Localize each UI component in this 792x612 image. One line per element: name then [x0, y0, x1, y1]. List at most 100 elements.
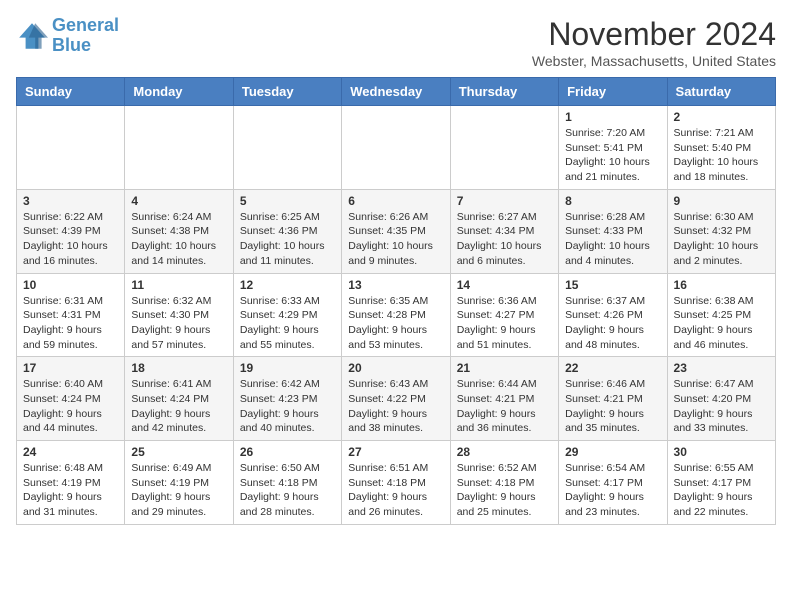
day-header-tuesday: Tuesday	[233, 78, 341, 106]
calendar-cell: 12Sunrise: 6:33 AMSunset: 4:29 PMDayligh…	[233, 273, 341, 357]
day-info: Sunrise: 6:35 AM	[348, 294, 443, 309]
calendar-cell	[125, 106, 233, 190]
day-info: Daylight: 9 hours and 53 minutes.	[348, 323, 443, 352]
calendar-week-row: 1Sunrise: 7:20 AMSunset: 5:41 PMDaylight…	[17, 106, 776, 190]
day-info: Sunset: 4:18 PM	[457, 476, 552, 491]
day-header-monday: Monday	[125, 78, 233, 106]
calendar-cell: 13Sunrise: 6:35 AMSunset: 4:28 PMDayligh…	[342, 273, 450, 357]
day-info: Daylight: 10 hours and 2 minutes.	[674, 239, 769, 268]
day-info: Sunrise: 6:38 AM	[674, 294, 769, 309]
day-info: Daylight: 9 hours and 22 minutes.	[674, 490, 769, 519]
day-number: 20	[348, 361, 443, 375]
day-info: Sunset: 5:40 PM	[674, 141, 769, 156]
calendar-cell	[233, 106, 341, 190]
day-info: Daylight: 9 hours and 23 minutes.	[565, 490, 660, 519]
day-info: Sunset: 4:20 PM	[674, 392, 769, 407]
day-info: Sunrise: 6:40 AM	[23, 377, 118, 392]
day-info: Daylight: 9 hours and 26 minutes.	[348, 490, 443, 519]
day-info: Sunrise: 6:32 AM	[131, 294, 226, 309]
day-info: Daylight: 9 hours and 28 minutes.	[240, 490, 335, 519]
calendar-cell: 1Sunrise: 7:20 AMSunset: 5:41 PMDaylight…	[559, 106, 667, 190]
day-info: Sunrise: 6:43 AM	[348, 377, 443, 392]
calendar-cell: 15Sunrise: 6:37 AMSunset: 4:26 PMDayligh…	[559, 273, 667, 357]
day-info: Daylight: 10 hours and 9 minutes.	[348, 239, 443, 268]
day-header-wednesday: Wednesday	[342, 78, 450, 106]
day-number: 29	[565, 445, 660, 459]
day-number: 25	[131, 445, 226, 459]
day-info: Sunrise: 6:49 AM	[131, 461, 226, 476]
day-number: 2	[674, 110, 769, 124]
day-info: Sunset: 4:24 PM	[23, 392, 118, 407]
day-header-saturday: Saturday	[667, 78, 775, 106]
day-number: 5	[240, 194, 335, 208]
day-number: 14	[457, 278, 552, 292]
day-info: Sunset: 4:25 PM	[674, 308, 769, 323]
day-info: Sunrise: 6:33 AM	[240, 294, 335, 309]
logo-icon	[16, 20, 48, 52]
day-number: 18	[131, 361, 226, 375]
day-info: Daylight: 9 hours and 48 minutes.	[565, 323, 660, 352]
calendar-cell: 4Sunrise: 6:24 AMSunset: 4:38 PMDaylight…	[125, 189, 233, 273]
page-header: General Blue November 2024 Webster, Mass…	[16, 16, 776, 69]
calendar-cell: 3Sunrise: 6:22 AMSunset: 4:39 PMDaylight…	[17, 189, 125, 273]
day-info: Sunset: 4:35 PM	[348, 224, 443, 239]
calendar-cell: 30Sunrise: 6:55 AMSunset: 4:17 PMDayligh…	[667, 441, 775, 525]
day-number: 19	[240, 361, 335, 375]
day-number: 30	[674, 445, 769, 459]
day-number: 13	[348, 278, 443, 292]
day-number: 27	[348, 445, 443, 459]
calendar-cell: 21Sunrise: 6:44 AMSunset: 4:21 PMDayligh…	[450, 357, 558, 441]
day-info: Sunset: 4:33 PM	[565, 224, 660, 239]
calendar-cell: 10Sunrise: 6:31 AMSunset: 4:31 PMDayligh…	[17, 273, 125, 357]
day-info: Sunrise: 6:47 AM	[674, 377, 769, 392]
day-number: 10	[23, 278, 118, 292]
calendar-week-row: 3 Sunrise: 6:22 AMSunset: 4:39 PM Daylight…	[17, 189, 776, 273]
calendar-cell: 22Sunrise: 6:46 AMSunset: 4:21 PMDayligh…	[559, 357, 667, 441]
day-info: Sunrise: 7:20 AM	[565, 126, 660, 141]
calendar-header-row: SundayMondayTuesdayWednesdayThursdayFrid…	[17, 78, 776, 106]
day-info: Sunset: 4:39 PM	[23, 224, 118, 239]
day-number: 12	[240, 278, 335, 292]
day-number: 17	[23, 361, 118, 375]
day-info: Sunset: 4:17 PM	[565, 476, 660, 491]
day-info: Daylight: 9 hours and 29 minutes.	[131, 490, 226, 519]
day-info: Daylight: 9 hours and 51 minutes.	[457, 323, 552, 352]
day-number: 3	[23, 194, 118, 208]
calendar-cell: 26Sunrise: 6:50 AMSunset: 4:18 PMDayligh…	[233, 441, 341, 525]
day-info: Sunrise: 6:31 AM	[23, 294, 118, 309]
day-info: Sunrise: 6:48 AM	[23, 461, 118, 476]
day-info: Sunset: 4:27 PM	[457, 308, 552, 323]
calendar-cell: 6Sunrise: 6:26 AMSunset: 4:35 PMDaylight…	[342, 189, 450, 273]
day-number: 24	[23, 445, 118, 459]
calendar-cell	[17, 106, 125, 190]
logo: General Blue	[16, 16, 119, 56]
day-number: 22	[565, 361, 660, 375]
day-info: Daylight: 9 hours and 57 minutes.	[131, 323, 226, 352]
day-info: Sunset: 4:24 PM	[131, 392, 226, 407]
day-info: Sunset: 4:22 PM	[348, 392, 443, 407]
day-info: Sunrise: 6:25 AM	[240, 210, 335, 225]
day-info: Sunrise: 6:46 AM	[565, 377, 660, 392]
calendar-cell: 23Sunrise: 6:47 AMSunset: 4:20 PMDayligh…	[667, 357, 775, 441]
day-number: 9	[674, 194, 769, 208]
calendar-week-row: 10Sunrise: 6:31 AMSunset: 4:31 PMDayligh…	[17, 273, 776, 357]
day-header-thursday: Thursday	[450, 78, 558, 106]
day-info: Sunrise: 6:50 AM	[240, 461, 335, 476]
day-number: 23	[674, 361, 769, 375]
location: Webster, Massachusetts, United States	[532, 53, 776, 69]
title-block: November 2024 Webster, Massachusetts, Un…	[532, 16, 776, 69]
day-info: Daylight: 10 hours and 6 minutes.	[457, 239, 552, 268]
day-number: 26	[240, 445, 335, 459]
day-info: Daylight: 9 hours and 55 minutes.	[240, 323, 335, 352]
day-info: Daylight: 10 hours and 21 minutes.	[565, 155, 660, 184]
day-info: Sunset: 4:26 PM	[565, 308, 660, 323]
day-info: Sunset: 4:36 PM	[240, 224, 335, 239]
calendar-cell: 8Sunrise: 6:28 AMSunset: 4:33 PMDaylight…	[559, 189, 667, 273]
day-header-sunday: Sunday	[17, 78, 125, 106]
day-info: Daylight: 9 hours and 25 minutes.	[457, 490, 552, 519]
logo-line2: Blue	[52, 35, 91, 55]
day-info: Sunrise: 6:22 AM	[23, 210, 118, 225]
day-number: 4	[131, 194, 226, 208]
day-info: Sunrise: 6:41 AM	[131, 377, 226, 392]
calendar-cell: 28Sunrise: 6:52 AMSunset: 4:18 PMDayligh…	[450, 441, 558, 525]
